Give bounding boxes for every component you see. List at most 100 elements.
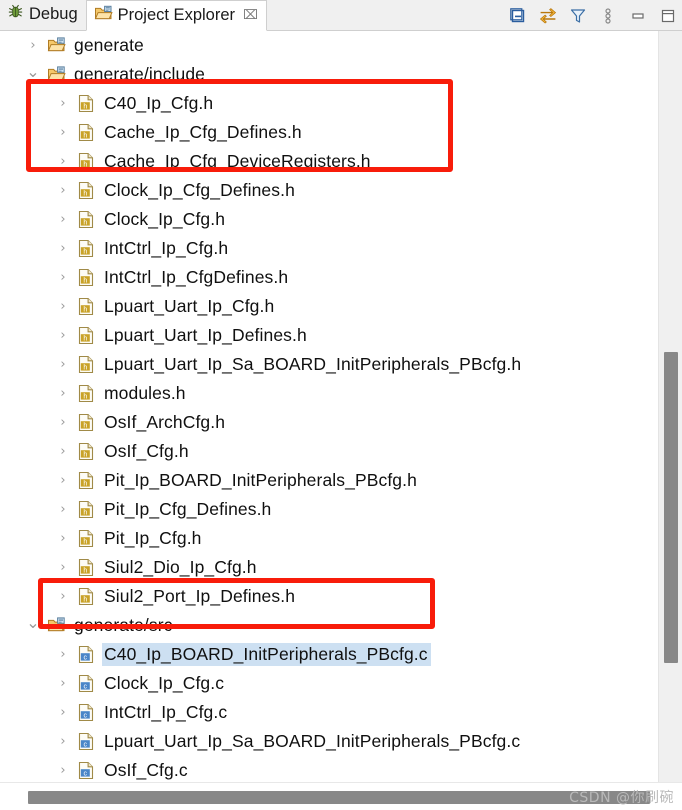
tree-row[interactable]: › h IntCtrl_Ip_CfgDefines.h: [0, 263, 658, 292]
tree-row[interactable]: › h Siul2_Port_Ip_Defines.h: [0, 582, 658, 611]
bug-icon: [7, 4, 24, 26]
tree-row-label: Cache_Ip_Cfg_DeviceRegisters.h: [104, 151, 371, 171]
chevron-right-icon[interactable]: ›: [56, 242, 70, 256]
collapse-all-icon[interactable]: [508, 6, 528, 26]
tree-row-label: Lpuart_Uart_Ip_Defines.h: [104, 325, 307, 345]
tab-debug-label: Debug: [29, 5, 78, 23]
chevron-right-icon[interactable]: ›: [56, 416, 70, 430]
svg-text:h: h: [83, 365, 87, 372]
chevron-down-icon[interactable]: ⌄: [26, 615, 40, 631]
tab-project-explorer[interactable]: Project Explorer ⌧: [85, 0, 267, 31]
tree-row[interactable]: › c OsIf_Cfg.c: [0, 756, 658, 782]
tree-row-label: Lpuart_Uart_Ip_Cfg.h: [104, 296, 275, 316]
svg-text:c: c: [84, 742, 88, 749]
filter-icon[interactable]: [568, 6, 588, 26]
chevron-right-icon[interactable]: ›: [56, 648, 70, 662]
chevron-right-icon[interactable]: ›: [56, 97, 70, 111]
header-file-icon: h: [76, 384, 96, 403]
svg-text:h: h: [83, 597, 87, 604]
tree-row-label: Pit_Ip_Cfg.h: [104, 528, 202, 548]
folder-icon: [46, 617, 66, 635]
chevron-right-icon[interactable]: ›: [56, 590, 70, 604]
tree-row[interactable]: › generate: [0, 31, 658, 60]
chevron-right-icon[interactable]: ›: [56, 503, 70, 517]
tree-row[interactable]: › h Cache_Ip_Cfg_DeviceRegisters.h: [0, 147, 658, 176]
folder-icon: [94, 5, 113, 27]
tree-row-label: Clock_Ip_Cfg.h: [104, 209, 226, 229]
close-icon[interactable]: ⌧: [243, 8, 258, 23]
tree-row[interactable]: › c Clock_Ip_Cfg.c: [0, 669, 658, 698]
tree-row-label: modules.h: [104, 383, 186, 403]
chevron-right-icon[interactable]: ›: [56, 532, 70, 546]
svg-text:h: h: [83, 423, 87, 430]
chevron-down-icon[interactable]: ⌄: [26, 64, 40, 80]
tree-row[interactable]: › h Pit_Ip_BOARD_InitPeripherals_PBcfg.h: [0, 466, 658, 495]
tree-row[interactable]: › h Clock_Ip_Cfg.h: [0, 205, 658, 234]
tree-row[interactable]: ⌄ generate/src: [0, 611, 658, 640]
svg-text:h: h: [83, 133, 87, 140]
tree-row[interactable]: › c IntCtrl_Ip_Cfg.c: [0, 698, 658, 727]
svg-text:c: c: [84, 684, 88, 691]
tree-row[interactable]: › h Siul2_Dio_Ip_Cfg.h: [0, 553, 658, 582]
header-file-icon: h: [76, 500, 96, 519]
tree-row[interactable]: ⌄ generate/include: [0, 60, 658, 89]
tree-row[interactable]: › c Lpuart_Uart_Ip_Sa_BOARD_InitPeripheral…: [0, 727, 658, 756]
chevron-right-icon[interactable]: ›: [56, 155, 70, 169]
tree-row[interactable]: › h Pit_Ip_Cfg_Defines.h: [0, 495, 658, 524]
chevron-right-icon[interactable]: ›: [56, 300, 70, 314]
source-file-icon: c: [76, 761, 96, 780]
tree-row[interactable]: › h IntCtrl_Ip_Cfg.h: [0, 234, 658, 263]
tree-row[interactable]: › h modules.h: [0, 379, 658, 408]
view-tab-bar: Debug Project Explorer ⌧: [0, 0, 682, 31]
chevron-right-icon[interactable]: ›: [56, 329, 70, 343]
chevron-right-icon[interactable]: ›: [56, 677, 70, 691]
project-tree[interactable]: › generate ⌄ generate/include › h C40_Ip_Cfg.h…: [0, 31, 658, 782]
tree-row[interactable]: › h Cache_Ip_Cfg_Defines.h: [0, 118, 658, 147]
chevron-right-icon[interactable]: ›: [56, 445, 70, 459]
chevron-right-icon[interactable]: ›: [56, 474, 70, 488]
chevron-right-icon[interactable]: ›: [56, 561, 70, 575]
chevron-right-icon[interactable]: ›: [56, 213, 70, 227]
source-file-icon: c: [76, 645, 96, 664]
chevron-right-icon[interactable]: ›: [56, 358, 70, 372]
chevron-right-icon[interactable]: ›: [56, 706, 70, 720]
horizontal-scrollbar-thumb[interactable]: [28, 791, 650, 804]
vertical-scrollbar-thumb[interactable]: [664, 352, 678, 663]
header-file-icon: h: [76, 94, 96, 113]
tree-row[interactable]: › h Clock_Ip_Cfg_Defines.h: [0, 176, 658, 205]
tree-row[interactable]: › h Lpuart_Uart_Ip_Sa_BOARD_InitPeripheral…: [0, 350, 658, 379]
header-file-icon: h: [76, 558, 96, 577]
tree-row-label: generate/include: [74, 64, 206, 84]
svg-text:h: h: [83, 452, 87, 459]
tree-row[interactable]: › h OsIf_ArchCfg.h: [0, 408, 658, 437]
link-with-editor-icon[interactable]: [538, 6, 558, 26]
vertical-scrollbar[interactable]: [658, 31, 682, 782]
chevron-right-icon[interactable]: ›: [56, 126, 70, 140]
tree-row[interactable]: › h OsIf_Cfg.h: [0, 437, 658, 466]
minimize-icon[interactable]: [628, 6, 648, 26]
tree-row[interactable]: › c C40_Ip_BOARD_InitPeripherals_PBcfg.c: [0, 640, 658, 669]
tree-row-label: IntCtrl_Ip_CfgDefines.h: [104, 267, 289, 287]
view-menu-icon[interactable]: [598, 6, 618, 26]
tree-row-label: Siul2_Dio_Ip_Cfg.h: [104, 557, 257, 577]
tree-row[interactable]: › h Pit_Ip_Cfg.h: [0, 524, 658, 553]
chevron-right-icon[interactable]: ›: [56, 387, 70, 401]
maximize-icon[interactable]: [658, 6, 678, 26]
header-file-icon: h: [76, 326, 96, 345]
chevron-right-icon[interactable]: ›: [56, 735, 70, 749]
svg-text:c: c: [84, 655, 88, 662]
chevron-right-icon[interactable]: ›: [26, 39, 40, 53]
svg-text:h: h: [83, 307, 87, 314]
tree-row[interactable]: › h C40_Ip_Cfg.h: [0, 89, 658, 118]
chevron-right-icon[interactable]: ›: [56, 184, 70, 198]
chevron-right-icon[interactable]: ›: [56, 764, 70, 778]
chevron-right-icon[interactable]: ›: [56, 271, 70, 285]
tab-debug[interactable]: Debug: [0, 0, 86, 30]
horizontal-scrollbar[interactable]: [0, 782, 682, 810]
source-file-icon: c: [76, 674, 96, 693]
tree-row[interactable]: › h Lpuart_Uart_Ip_Defines.h: [0, 321, 658, 350]
tree-row[interactable]: › h Lpuart_Uart_Ip_Cfg.h: [0, 292, 658, 321]
tree-row-label: Siul2_Port_Ip_Defines.h: [104, 586, 296, 606]
tree-row-label: C40_Ip_Cfg.h: [104, 93, 214, 113]
svg-text:h: h: [83, 539, 87, 546]
